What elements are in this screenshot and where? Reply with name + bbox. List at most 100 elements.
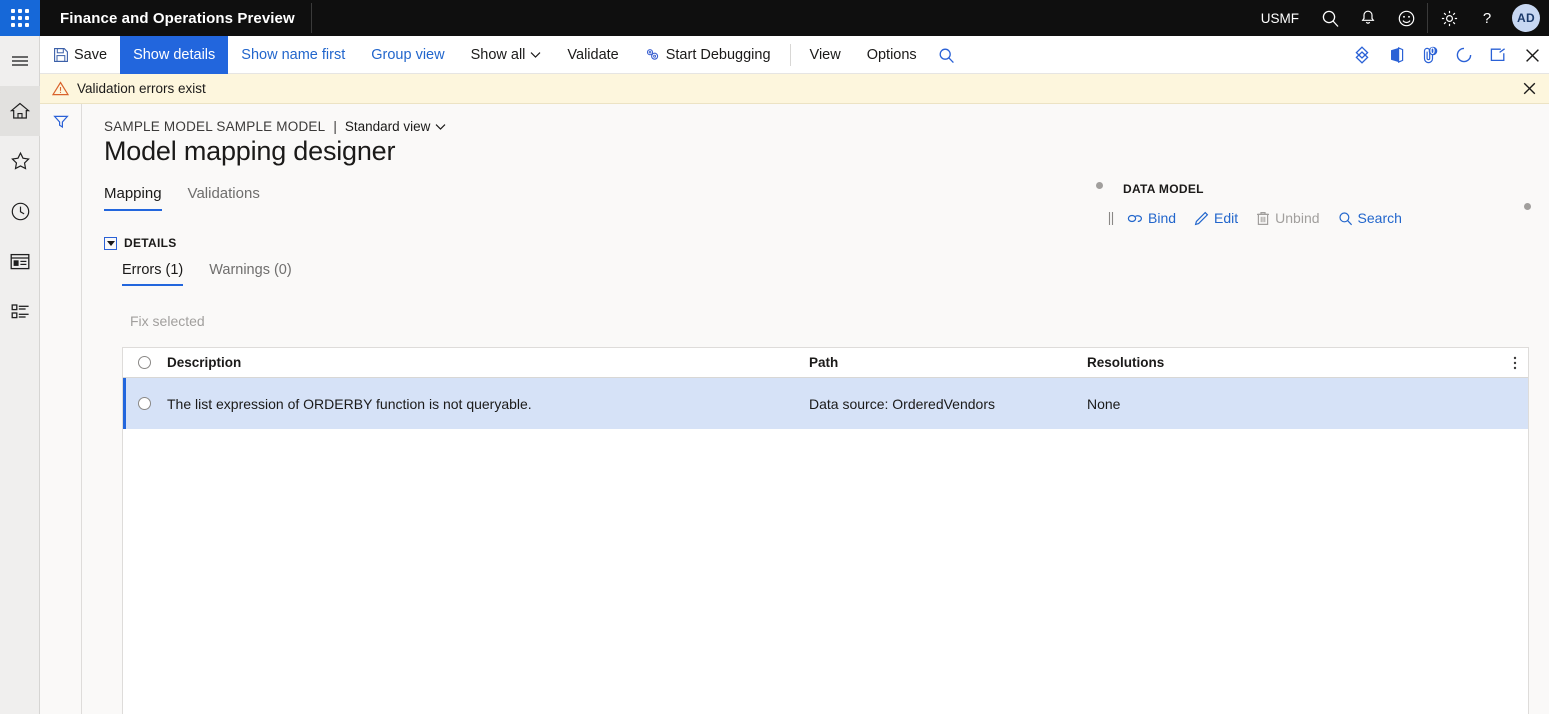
start-debugging-button[interactable]: Start Debugging [632,36,784,74]
cell-resolutions: None [1087,395,1121,412]
top-navigation-bar: Finance and Operations Preview USMF ? AD [0,0,1549,36]
office-icon[interactable] [1379,36,1413,74]
main-content: SAMPLE MODEL SAMPLE MODEL | Standard vie… [82,104,1549,714]
errors-grid: Description Path Resolutions The list ex… [122,347,1529,714]
close-icon[interactable] [1509,74,1549,104]
unbind-label: Unbind [1275,210,1320,226]
home-icon [9,101,31,121]
cell-description: The list expression of ORDERBY function … [167,395,532,412]
sidebar-item-recent[interactable] [0,186,40,236]
search-icon[interactable] [1311,0,1349,36]
options-button[interactable]: Options [854,36,930,74]
command-bar: Save Show details Show name first Group … [40,36,1549,74]
show-all-label: Show all [470,47,526,63]
app-launcher-icon [11,9,29,27]
star-favorites-icon [10,151,31,171]
column-header-path[interactable]: Path [809,355,1087,370]
breadcrumb: SAMPLE MODEL SAMPLE MODEL | Standard vie… [104,119,446,134]
drag-handle-icon[interactable] [1104,211,1118,226]
breadcrumb-model-name: SAMPLE MODEL SAMPLE MODEL [104,119,326,134]
attachments-icon[interactable]: 0 [1413,36,1447,74]
tab-mapping[interactable]: Mapping [104,185,162,211]
powerapps-icon[interactable] [1345,36,1379,74]
pivot-tabs: Mapping Validations [104,185,260,211]
radio-icon [137,397,151,410]
help-question-icon[interactable]: ? [1468,0,1506,36]
filter-strip [40,104,82,714]
show-name-first-button[interactable]: Show name first [228,36,358,74]
bind-link-icon [1127,212,1143,225]
navigation-rail [0,36,40,714]
column-header-description[interactable]: Description [165,355,809,370]
debug-gears-icon [645,48,661,62]
breadcrumb-view-selector[interactable]: Standard view [345,119,447,134]
command-bar-spacer [964,36,1345,73]
clock-recent-icon [10,201,31,222]
validate-button[interactable]: Validate [554,36,631,74]
details-subtabs: Errors (1) Warnings (0) [122,262,292,286]
sidebar-item-hamburger[interactable] [0,36,40,86]
column-options-icon[interactable] [1502,355,1528,371]
column-header-resolutions[interactable]: Resolutions [1087,355,1502,370]
search-icon[interactable] [930,36,964,74]
validation-message-text: Validation errors exist [77,81,206,96]
data-model-toolbar: Bind Edit Unbind Search [1104,208,1411,228]
edit-label: Edit [1214,210,1239,226]
sidebar-item-home[interactable] [0,86,40,136]
modules-list-icon [10,302,31,321]
notifications-bell-icon[interactable] [1349,0,1387,36]
edit-button[interactable]: Edit [1185,208,1247,228]
panel-resize-dot-top[interactable] [1096,182,1103,189]
fix-selected-button[interactable]: Fix selected [130,313,205,329]
tab-warnings[interactable]: Warnings (0) [209,262,291,286]
radio-icon [137,356,151,369]
app-title: Finance and Operations Preview [60,9,295,27]
save-button[interactable]: Save [40,36,120,74]
details-group-header[interactable]: DETAILS [104,236,177,250]
table-row[interactable]: The list expression of ORDERBY function … [123,378,1528,429]
search-icon [1338,211,1353,226]
feedback-smiley-icon[interactable] [1387,0,1425,36]
topbar-right-group: USMF ? AD [1249,0,1549,36]
open-in-new-window-icon[interactable] [1481,36,1515,74]
search-button[interactable]: Search [1329,208,1411,228]
sidebar-item-favorites[interactable] [0,136,40,186]
attachments-count-badge: 0 [1430,46,1436,56]
start-debugging-label: Start Debugging [665,47,771,63]
bind-button[interactable]: Bind [1118,208,1185,228]
unbind-button: Unbind [1247,208,1328,228]
panel-resize-dot-right[interactable] [1524,203,1531,210]
refresh-icon[interactable] [1447,36,1481,74]
chevron-down-icon [530,51,541,59]
tab-validations[interactable]: Validations [188,185,260,211]
sidebar-item-workspaces[interactable] [0,236,40,286]
sidebar-item-modules[interactable] [0,286,40,336]
details-group-label: DETAILS [124,236,177,250]
group-view-button[interactable]: Group view [358,36,457,74]
workspaces-icon [9,252,31,271]
bind-label: Bind [1148,210,1177,226]
save-label: Save [74,47,108,63]
cell-path: Data source: OrderedVendors [809,395,995,412]
close-page-icon[interactable] [1515,36,1549,74]
unbind-trash-icon [1256,211,1270,226]
topbar-divider [310,3,312,33]
tab-errors[interactable]: Errors (1) [122,262,184,286]
show-all-dropdown[interactable]: Show all [458,36,555,74]
show-details-button[interactable]: Show details [120,36,229,74]
app-launcher-button[interactable] [0,0,40,36]
save-disk-icon [53,47,69,63]
filter-funnel-icon[interactable] [40,104,82,140]
search-label: Search [1357,210,1402,226]
select-all-radio[interactable] [123,356,165,369]
settings-gear-icon[interactable] [1430,0,1468,36]
company-selector[interactable]: USMF [1249,11,1311,26]
topbar-divider-2 [1427,3,1428,33]
edit-pencil-icon [1194,211,1209,226]
row-select-radio[interactable] [123,397,165,410]
view-button[interactable]: View [797,36,854,74]
breadcrumb-separator: | [333,119,337,134]
breadcrumb-view-label: Standard view [344,119,431,134]
avatar[interactable]: AD [1512,4,1540,32]
grid-header-row: Description Path Resolutions [123,348,1528,378]
